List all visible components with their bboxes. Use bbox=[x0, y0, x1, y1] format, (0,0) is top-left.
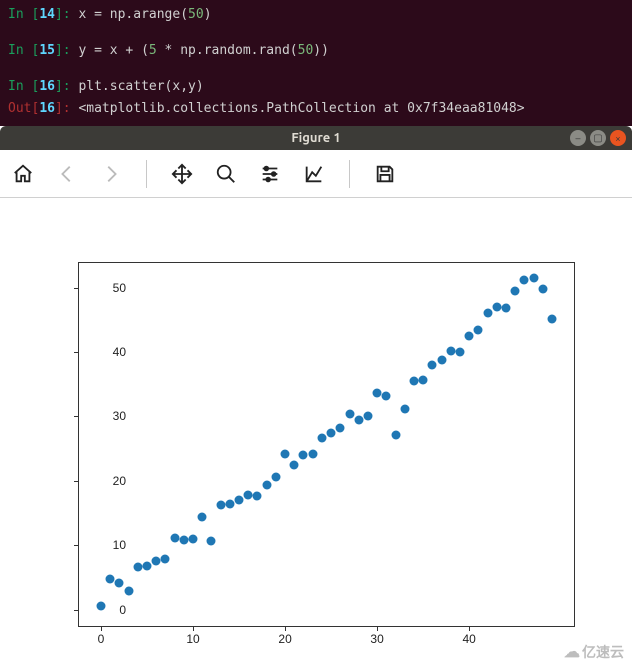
toolbar-separator bbox=[146, 160, 147, 188]
scatter-point bbox=[216, 501, 225, 510]
x-tick-label: 20 bbox=[278, 632, 291, 646]
scatter-point bbox=[437, 355, 446, 364]
scatter-point bbox=[345, 409, 354, 418]
scatter-point bbox=[271, 473, 280, 482]
configure-icon[interactable] bbox=[259, 163, 281, 185]
scatter-point bbox=[106, 574, 115, 583]
scatter-point bbox=[290, 461, 299, 470]
terminal-line: In [16]: plt.scatter(x,y) bbox=[8, 76, 624, 98]
scatter-point bbox=[382, 391, 391, 400]
y-tick-label: 30 bbox=[86, 409, 126, 423]
terminal-panel: In [14]: x = np.arange(50) In [15]: y = … bbox=[0, 0, 632, 126]
terminal-line: Out[16]: <matplotlib.collections.PathCol… bbox=[8, 98, 624, 120]
scatter-point bbox=[538, 285, 547, 294]
scatter-point bbox=[446, 346, 455, 355]
y-tick-label: 10 bbox=[86, 538, 126, 552]
scatter-point bbox=[189, 534, 198, 543]
zoom-icon[interactable] bbox=[215, 163, 237, 185]
scatter-point bbox=[327, 428, 336, 437]
x-tick-label: 40 bbox=[462, 632, 475, 646]
scatter-point bbox=[455, 348, 464, 357]
y-tick-label: 50 bbox=[86, 281, 126, 295]
figure-toolbar bbox=[0, 150, 632, 198]
toolbar-separator bbox=[349, 160, 350, 188]
scatter-point bbox=[170, 533, 179, 542]
window-title: Figure 1 bbox=[0, 131, 632, 145]
scatter-point bbox=[152, 557, 161, 566]
y-tick-label: 0 bbox=[86, 603, 126, 617]
pan-icon[interactable] bbox=[171, 163, 193, 185]
scatter-point bbox=[143, 561, 152, 570]
scatter-point bbox=[428, 360, 437, 369]
scatter-point bbox=[253, 491, 262, 500]
terminal-blank bbox=[8, 62, 624, 76]
back-icon[interactable] bbox=[56, 163, 78, 185]
axes-icon[interactable] bbox=[303, 163, 325, 185]
scatter-point bbox=[483, 309, 492, 318]
terminal-line: In [14]: x = np.arange(50) bbox=[8, 4, 624, 26]
scatter-point bbox=[547, 314, 556, 323]
scatter-point bbox=[281, 449, 290, 458]
scatter-point bbox=[409, 377, 418, 386]
forward-icon[interactable] bbox=[100, 163, 122, 185]
scatter-point bbox=[354, 415, 363, 424]
scatter-point bbox=[124, 586, 133, 595]
watermark: ☁亿速云 bbox=[564, 642, 624, 662]
scatter-point bbox=[161, 555, 170, 564]
window-titlebar[interactable]: Figure 1 – ▢ × bbox=[0, 126, 632, 150]
scatter-point bbox=[492, 303, 501, 312]
scatter-point bbox=[198, 512, 207, 521]
maximize-button[interactable]: ▢ bbox=[590, 130, 606, 146]
scatter-point bbox=[529, 274, 538, 283]
scatter-point bbox=[244, 491, 253, 500]
y-tick-label: 20 bbox=[86, 474, 126, 488]
scatter-point bbox=[97, 602, 106, 611]
scatter-point bbox=[391, 430, 400, 439]
scatter-point bbox=[225, 500, 234, 509]
scatter-point bbox=[317, 434, 326, 443]
terminal-blank bbox=[8, 26, 624, 40]
scatter-point bbox=[363, 412, 372, 421]
scatter-point bbox=[520, 276, 529, 285]
scatter-point bbox=[373, 388, 382, 397]
x-tick-label: 10 bbox=[186, 632, 199, 646]
y-tick-label: 40 bbox=[86, 345, 126, 359]
scatter-point bbox=[235, 496, 244, 505]
scatter-point bbox=[465, 332, 474, 341]
scatter-point bbox=[501, 304, 510, 313]
scatter-point bbox=[133, 563, 142, 572]
scatter-point bbox=[336, 424, 345, 433]
x-tick-label: 0 bbox=[98, 632, 105, 646]
terminal-line: In [15]: y = x + (5 * np.random.rand(50)… bbox=[8, 40, 624, 62]
figure-canvas[interactable]: 0 10 20 30 40 50 0 10 20 30 40 ☁亿速云 bbox=[0, 198, 632, 668]
save-icon[interactable] bbox=[374, 163, 396, 185]
scatter-point bbox=[400, 405, 409, 414]
scatter-point bbox=[308, 449, 317, 458]
minimize-button[interactable]: – bbox=[570, 130, 586, 146]
scatter-point bbox=[511, 286, 520, 295]
scatter-point bbox=[262, 480, 271, 489]
close-button[interactable]: × bbox=[610, 130, 626, 146]
scatter-point bbox=[299, 451, 308, 460]
scatter-point bbox=[419, 376, 428, 385]
scatter-point bbox=[207, 537, 216, 546]
scatter-point bbox=[115, 578, 124, 587]
scatter-point bbox=[474, 326, 483, 335]
plot-axes bbox=[78, 262, 575, 627]
x-tick-label: 30 bbox=[370, 632, 383, 646]
scatter-point bbox=[179, 536, 188, 545]
home-icon[interactable] bbox=[12, 163, 34, 185]
